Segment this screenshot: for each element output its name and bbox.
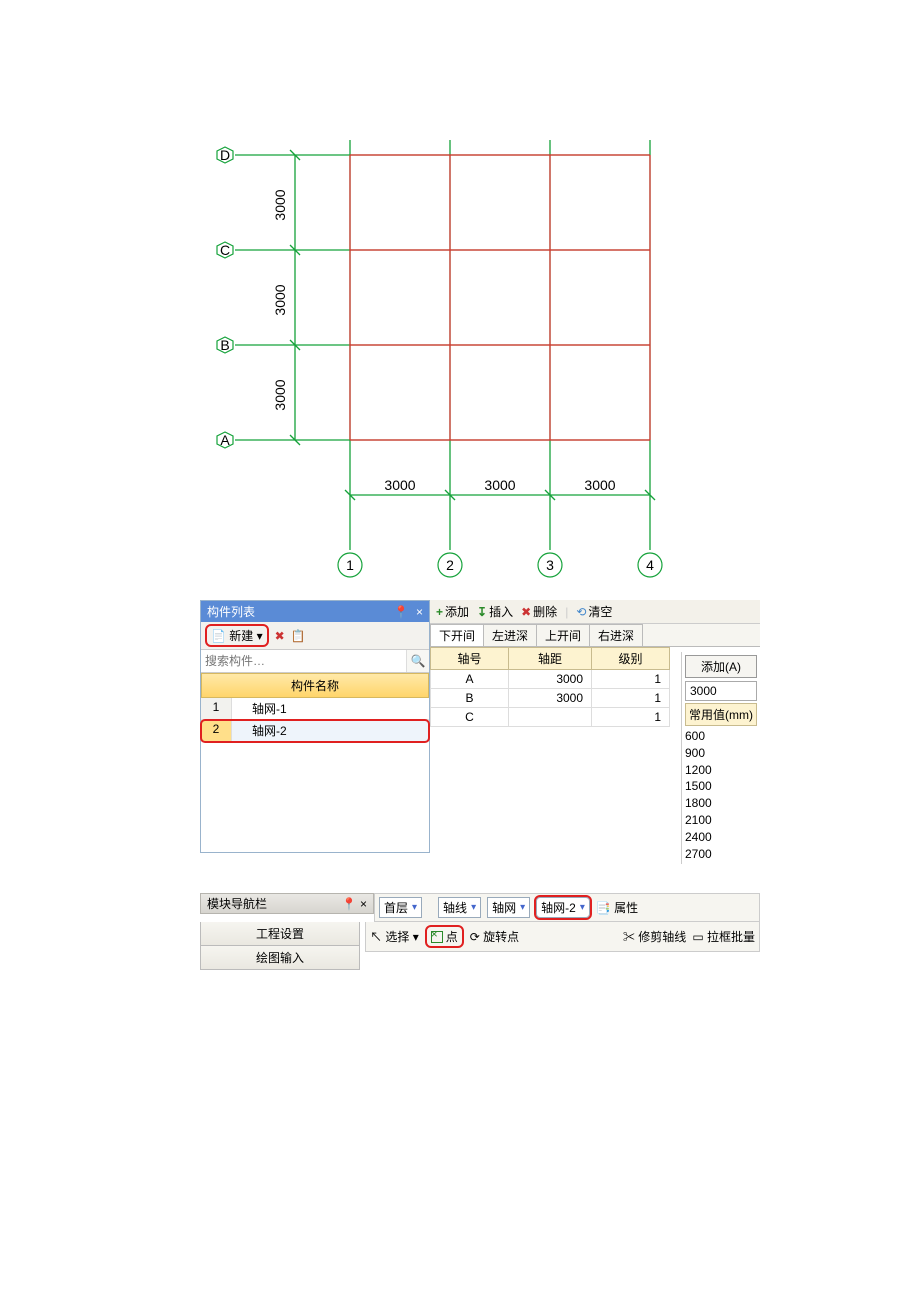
preset-value[interactable]: 1800 (685, 795, 757, 812)
panel-titlebar: 构件列表 📍 × (201, 601, 429, 622)
table-row[interactable]: A30001 (431, 670, 670, 689)
select-tool[interactable]: ↖ 选择 ▾ (370, 928, 419, 945)
row-label: B (220, 337, 229, 353)
preset-value[interactable]: 1200 (685, 762, 757, 779)
col-dim: 3000 (584, 477, 615, 493)
col-label: 2 (446, 557, 454, 573)
close-icon[interactable]: × (360, 897, 367, 911)
axis-grid-diagram: D C B A 1 2 3 4 3000 3000 3000 3000 3000… (200, 110, 670, 590)
value-input[interactable]: 3000 (685, 681, 757, 701)
row-dim: 3000 (272, 284, 288, 315)
preset-value[interactable]: 2700 (685, 846, 757, 863)
category-combo[interactable]: 轴线▾ (438, 897, 481, 918)
tab-up[interactable]: 上开间 (536, 624, 590, 646)
col-label: 1 (346, 557, 354, 573)
preset-value[interactable]: 900 (685, 745, 757, 762)
add-value-button[interactable]: 添加(A) (685, 655, 757, 678)
search-icon[interactable]: 🔍 (406, 650, 429, 672)
draw-toolbar: ↖ 选择 ▾ 点 ⟳ 旋转点 ✂ 修剪轴线 ▭ 拉框批量 (365, 922, 760, 952)
col-label: 3 (546, 557, 554, 573)
rotate-point-tool[interactable]: ⟳ 旋转点 (470, 928, 519, 945)
close-icon[interactable]: × (416, 605, 423, 619)
preset-value[interactable]: 2400 (685, 829, 757, 846)
tab-right[interactable]: 右进深 (589, 624, 643, 646)
col-label: 4 (646, 557, 654, 573)
pin-icon[interactable]: 📍 (342, 897, 357, 911)
delete-icon[interactable]: ✖ (275, 629, 285, 643)
common-values-header: 常用值(mm) (685, 703, 757, 726)
box-select-tool[interactable]: ▭ 拉框批量 (692, 928, 755, 945)
pin-icon[interactable]: 📍 (394, 605, 409, 619)
row-name: 轴网-2 (232, 720, 429, 741)
row-label: A (220, 432, 230, 448)
col-header[interactable]: 级别 (592, 648, 670, 670)
common-values-panel: 添加(A) 3000 常用值(mm) 600 900 1200 1500 180… (681, 652, 760, 864)
axis-data-table: 轴号 轴距 级别 A30001 B30001 C1 (430, 647, 670, 727)
new-button[interactable]: 📄 新建 ▾ (205, 624, 269, 647)
component-list-panel: 构件列表 📍 × 📄 新建 ▾ ✖ 📋 🔍 构件名称 1 轴网-1 2 (200, 600, 430, 853)
table-row[interactable]: B30001 (431, 689, 670, 708)
tab-down[interactable]: 下开间 (430, 624, 484, 646)
clear-button[interactable]: ⟲清空 (576, 603, 612, 620)
search-input[interactable] (201, 650, 406, 672)
axis-toolbar: +添加 ↧插入 ✖删除 | ⟲清空 (430, 600, 760, 624)
type-combo[interactable]: 轴网▾ (487, 897, 530, 918)
col-header[interactable]: 轴号 (431, 648, 509, 670)
insert-button[interactable]: ↧插入 (477, 603, 513, 620)
nav-draw-input[interactable]: 绘图输入 (200, 946, 360, 970)
list-header: 构件名称 (201, 673, 429, 698)
row-label: D (220, 147, 230, 163)
nav-engineering-settings[interactable]: 工程设置 (200, 922, 360, 946)
list-item[interactable]: 1 轴网-1 (201, 698, 429, 720)
instance-combo[interactable]: 轴网-2▾ (536, 897, 590, 918)
tab-left[interactable]: 左进深 (483, 624, 537, 646)
point-tool[interactable]: 点 (425, 925, 464, 948)
table-row[interactable]: C1 (431, 708, 670, 727)
row-dim: 3000 (272, 189, 288, 220)
add-button[interactable]: +添加 (436, 603, 469, 620)
main-toolbar: 首层▾ 轴线▾ 轴网▾ 轴网-2▾ 📑 属性 (374, 893, 760, 922)
module-nav-title: 模块导航栏 📍 × (200, 893, 374, 914)
delete-button[interactable]: ✖删除 (521, 603, 557, 620)
col-dim: 3000 (484, 477, 515, 493)
direction-tabs: 下开间 左进深 上开间 右进深 (430, 624, 760, 647)
floor-combo[interactable]: 首层▾ (379, 897, 422, 918)
preset-value[interactable]: 1500 (685, 778, 757, 795)
col-dim: 3000 (384, 477, 415, 493)
col-header[interactable]: 轴距 (508, 648, 591, 670)
row-index: 2 (201, 720, 232, 741)
trim-axis-tool[interactable]: ✂ 修剪轴线 (623, 928, 686, 945)
row-index: 1 (201, 698, 232, 719)
row-name: 轴网-1 (232, 698, 429, 719)
row-label: C (220, 242, 230, 258)
row-dim: 3000 (272, 379, 288, 410)
preset-value[interactable]: 600 (685, 728, 757, 745)
preset-value[interactable]: 2100 (685, 812, 757, 829)
copy-icon[interactable]: 📋 (291, 629, 306, 643)
list-item-selected[interactable]: 2 轴网-2 (201, 720, 429, 742)
panel-title-text: 构件列表 (207, 603, 255, 620)
properties-button[interactable]: 📑 属性 (596, 899, 638, 916)
